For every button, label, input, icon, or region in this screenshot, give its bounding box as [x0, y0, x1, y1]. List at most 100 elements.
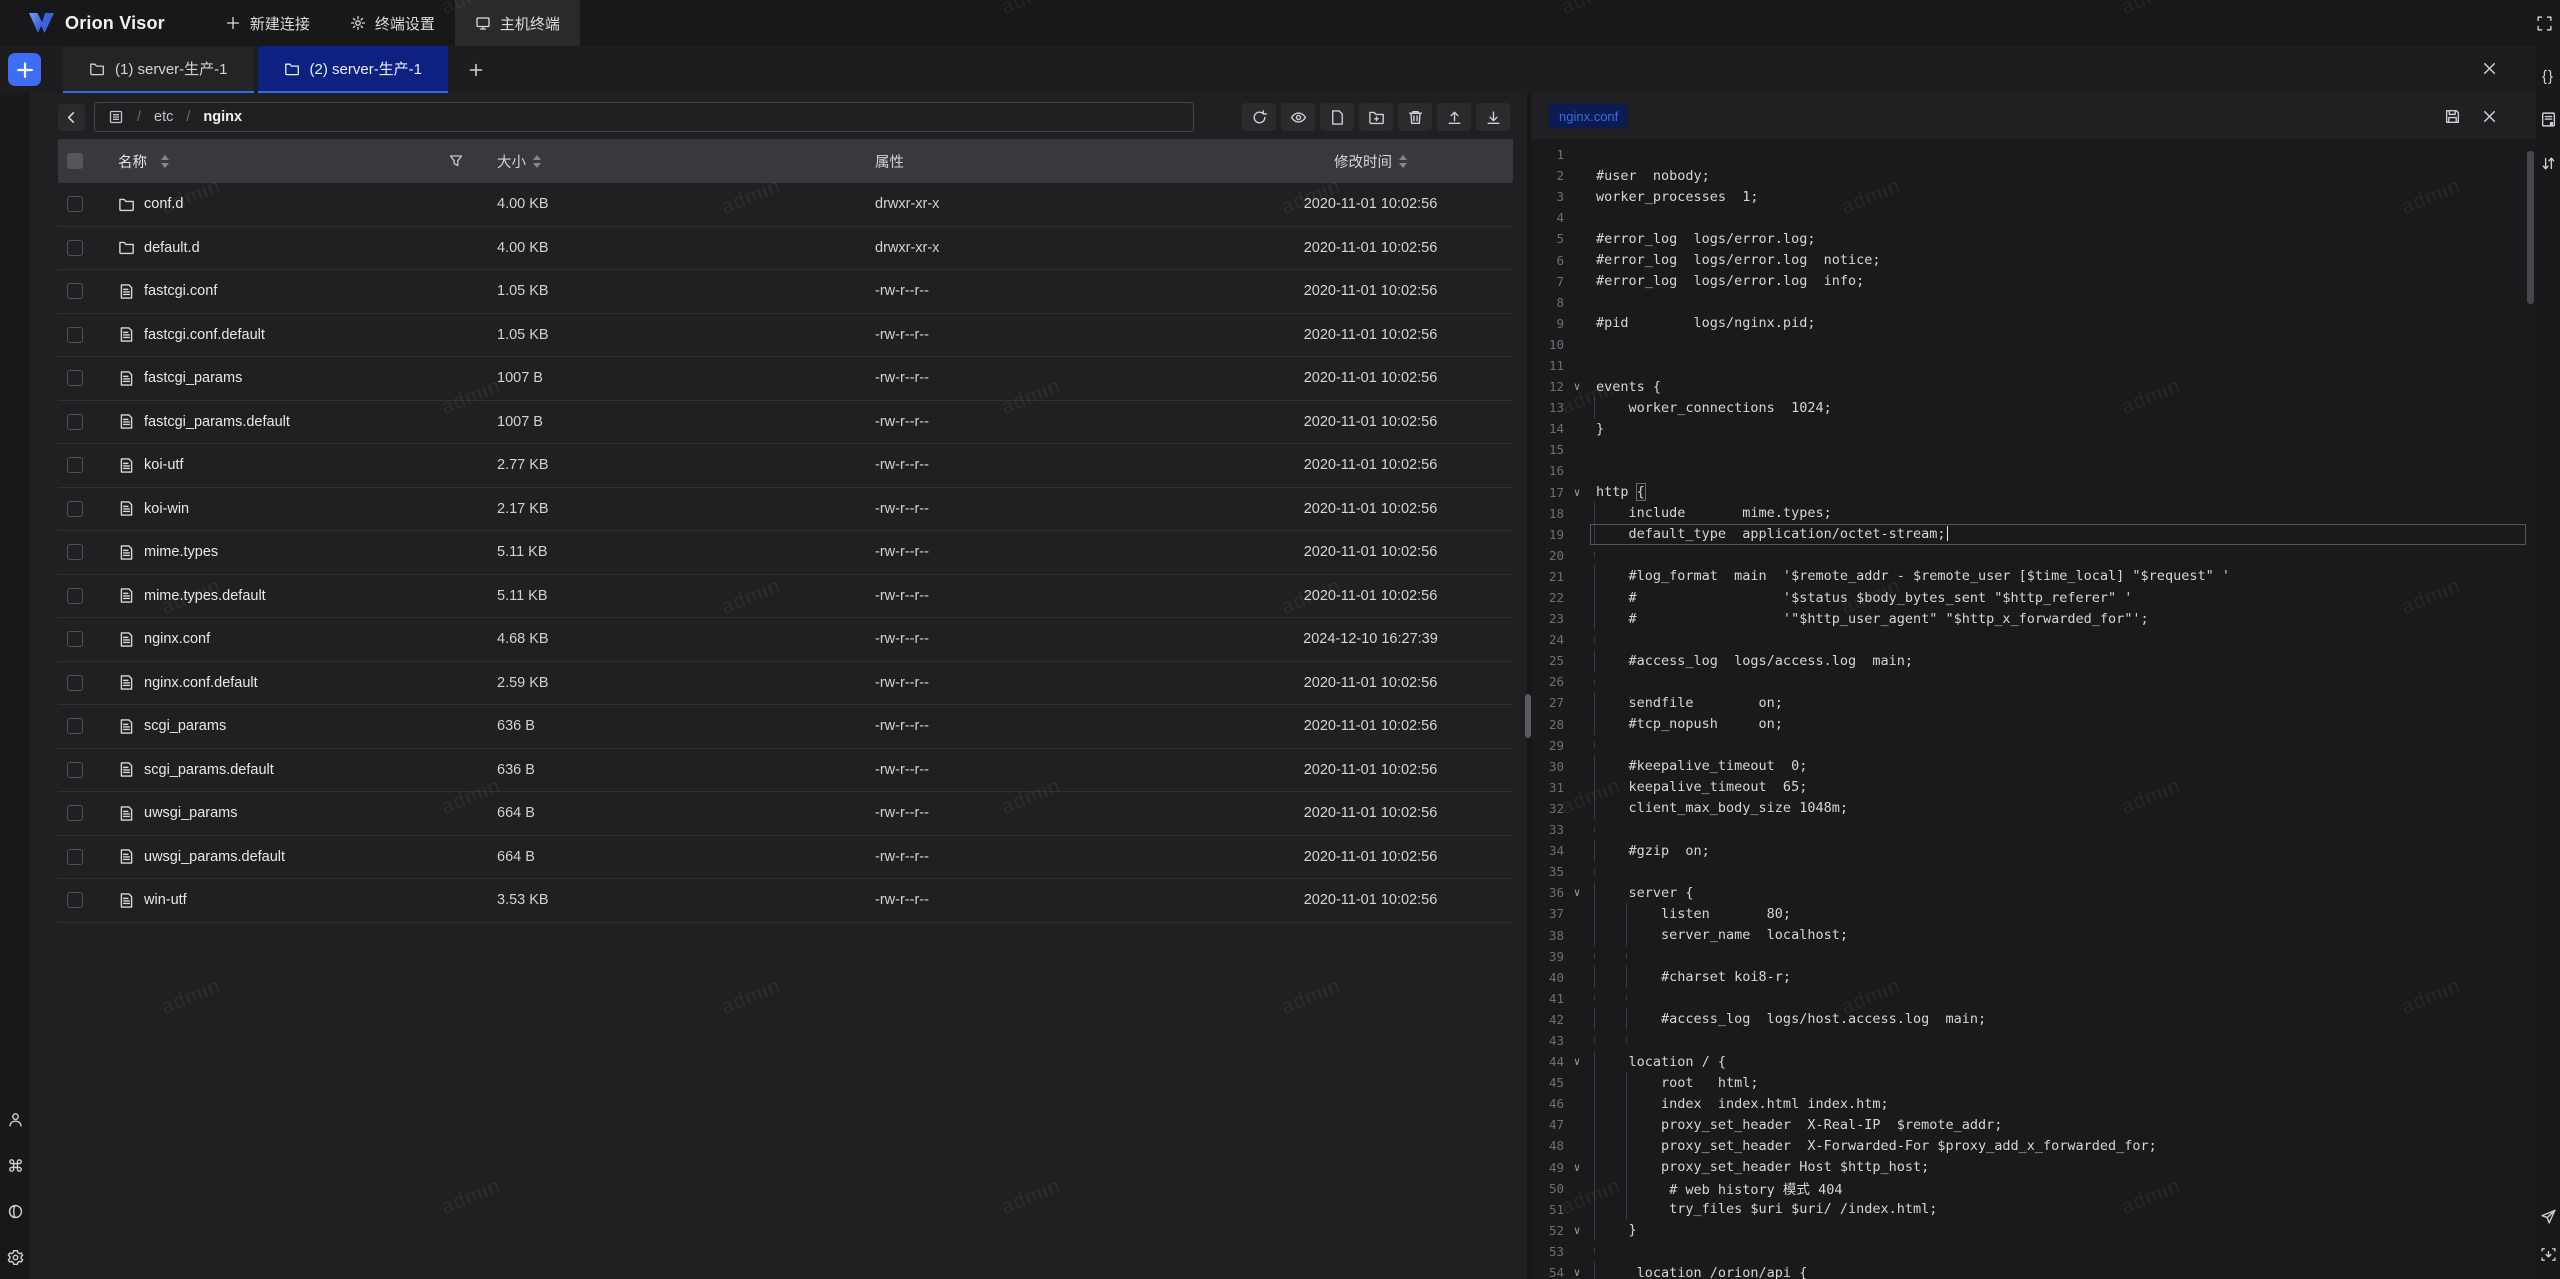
row-checkbox[interactable]: [67, 196, 83, 212]
file-name[interactable]: win-utf: [144, 892, 187, 908]
row-checkbox[interactable]: [67, 849, 83, 865]
settings-icon[interactable]: [7, 1249, 24, 1266]
fold-chevron-icon[interactable]: ∨: [1564, 1161, 1590, 1174]
code-line-31[interactable]: 31 keepalive_timeout 65;: [1531, 777, 2536, 798]
code-line-44[interactable]: 44∨ location / {: [1531, 1051, 2536, 1072]
code-editor[interactable]: 12#user nobody;3worker_processes 1;45#er…: [1531, 139, 2536, 1279]
code-line-17[interactable]: 17∨http {: [1531, 482, 2536, 503]
close-editor-icon[interactable]: [2481, 108, 2498, 125]
code-line-12[interactable]: 12∨events {: [1531, 376, 2536, 397]
code-line-13[interactable]: 13 worker_connections 1024;: [1531, 397, 2536, 418]
column-header-mtime[interactable]: 修改时间: [1334, 151, 1392, 172]
command-icon[interactable]: [7, 1157, 24, 1174]
code-line-2[interactable]: 2#user nobody;: [1531, 165, 2536, 186]
table-row[interactable]: nginx.conf.default 2.59 KB -rw-r--r-- 20…: [58, 662, 1513, 706]
close-panel-icon[interactable]: [2481, 60, 2498, 77]
row-checkbox[interactable]: [67, 414, 83, 430]
code-line-10[interactable]: 10: [1531, 334, 2536, 355]
row-checkbox[interactable]: [67, 327, 83, 343]
row-checkbox[interactable]: [67, 892, 83, 908]
file-name[interactable]: fastcgi_params: [144, 370, 242, 386]
code-line-5[interactable]: 5#error_log logs/error.log;: [1531, 228, 2536, 249]
menu-item-host-terminal[interactable]: 主机终端: [455, 0, 580, 46]
code-line-38[interactable]: 38 server_name localhost;: [1531, 924, 2536, 945]
file-name[interactable]: nginx.conf: [144, 631, 210, 647]
menu-item-new-connection[interactable]: 新建连接: [205, 0, 330, 46]
code-line-42[interactable]: 42 #access_log logs/host.access.log main…: [1531, 1009, 2536, 1030]
breadcrumb-segment[interactable]: etc: [154, 109, 173, 125]
row-checkbox[interactable]: [67, 544, 83, 560]
file-name[interactable]: conf.d: [144, 196, 184, 212]
code-line-4[interactable]: 4: [1531, 207, 2536, 228]
table-row[interactable]: uwsgi_params 664 B -rw-r--r-- 2020-11-01…: [58, 792, 1513, 836]
code-line-1[interactable]: 1: [1531, 144, 2536, 165]
table-row[interactable]: fastcgi.conf.default 1.05 KB -rw-r--r-- …: [58, 314, 1513, 358]
fold-chevron-icon[interactable]: ∨: [1564, 1055, 1590, 1068]
refresh-icon[interactable]: [1242, 103, 1276, 131]
file-check-icon[interactable]: [2540, 111, 2557, 128]
root-directory-icon[interactable]: [108, 109, 124, 125]
code-line-47[interactable]: 47 proxy_set_header X-Real-IP $remote_ad…: [1531, 1114, 2536, 1135]
row-checkbox[interactable]: [67, 762, 83, 778]
fold-chevron-icon[interactable]: ∨: [1564, 380, 1590, 393]
code-line-37[interactable]: 37 listen 80;: [1531, 903, 2536, 924]
code-line-26[interactable]: 26: [1531, 671, 2536, 692]
table-row[interactable]: scgi_params 636 B -rw-r--r-- 2020-11-01 …: [58, 705, 1513, 749]
trash-icon[interactable]: [1398, 103, 1432, 131]
theme-icon[interactable]: [7, 1203, 24, 1220]
code-line-14[interactable]: 14}: [1531, 418, 2536, 439]
new-folder-icon[interactable]: [1359, 103, 1393, 131]
add-tab-icon[interactable]: [468, 62, 484, 78]
file-name[interactable]: mime.types: [144, 544, 218, 560]
row-checkbox[interactable]: [67, 283, 83, 299]
send-icon[interactable]: [2540, 1208, 2557, 1225]
download-icon[interactable]: [1476, 103, 1510, 131]
row-checkbox[interactable]: [67, 240, 83, 256]
code-line-28[interactable]: 28 #tcp_nopush on;: [1531, 714, 2536, 735]
open-file-chip[interactable]: nginx.conf: [1549, 104, 1628, 129]
swap-vertical-icon[interactable]: [2540, 155, 2557, 172]
file-name[interactable]: mime.types.default: [144, 588, 266, 604]
table-row[interactable]: fastcgi_params 1007 B -rw-r--r-- 2020-11…: [58, 357, 1513, 401]
code-line-19[interactable]: 19 default_type application/octet-stream…: [1531, 524, 2536, 545]
new-terminal-button[interactable]: [8, 53, 41, 86]
row-checkbox[interactable]: [67, 718, 83, 734]
row-checkbox[interactable]: [67, 370, 83, 386]
code-line-36[interactable]: 36∨ server {: [1531, 882, 2536, 903]
row-checkbox[interactable]: [67, 805, 83, 821]
code-line-53[interactable]: 53: [1531, 1241, 2536, 1262]
code-line-27[interactable]: 27 sendfile on;: [1531, 692, 2536, 713]
code-line-15[interactable]: 15: [1531, 439, 2536, 460]
code-line-32[interactable]: 32 client_max_body_size 1048m;: [1531, 798, 2536, 819]
code-line-8[interactable]: 8: [1531, 292, 2536, 313]
code-line-49[interactable]: 49∨ proxy_set_header Host $http_host;: [1531, 1157, 2536, 1178]
file-name[interactable]: fastcgi.conf: [144, 283, 217, 299]
fold-chevron-icon[interactable]: ∨: [1564, 1266, 1590, 1279]
upload-icon[interactable]: [1437, 103, 1471, 131]
code-line-45[interactable]: 45 root html;: [1531, 1072, 2536, 1093]
code-line-6[interactable]: 6#error_log logs/error.log notice;: [1531, 249, 2536, 270]
code-line-9[interactable]: 9#pid logs/nginx.pid;: [1531, 313, 2536, 334]
sort-name-icon[interactable]: [161, 155, 169, 168]
breadcrumb[interactable]: /etc/nginx: [94, 102, 1194, 132]
save-icon[interactable]: [2444, 108, 2461, 125]
code-line-23[interactable]: 23 # '"$http_user_agent" "$http_x_forwar…: [1531, 608, 2536, 629]
file-name[interactable]: koi-utf: [144, 457, 184, 473]
file-name[interactable]: koi-win: [144, 501, 189, 517]
menu-item-terminal-settings[interactable]: 终端设置: [330, 0, 455, 46]
code-line-7[interactable]: 7#error_log logs/error.log info;: [1531, 271, 2536, 292]
sort-size-icon[interactable]: [533, 155, 541, 168]
file-name[interactable]: nginx.conf.default: [144, 675, 258, 691]
file-name[interactable]: fastcgi.conf.default: [144, 327, 265, 343]
column-header-size[interactable]: 大小: [497, 151, 526, 172]
table-row[interactable]: conf.d 4.00 KB drwxr-xr-x 2020-11-01 10:…: [58, 183, 1513, 227]
back-icon[interactable]: [58, 104, 85, 131]
file-name[interactable]: uwsgi_params: [144, 805, 238, 821]
code-line-3[interactable]: 3worker_processes 1;: [1531, 186, 2536, 207]
table-row[interactable]: scgi_params.default 636 B -rw-r--r-- 202…: [58, 749, 1513, 793]
breadcrumb-segment[interactable]: nginx: [203, 109, 242, 125]
code-line-52[interactable]: 52∨ }: [1531, 1220, 2536, 1241]
table-row[interactable]: mime.types 5.11 KB -rw-r--r-- 2020-11-01…: [58, 531, 1513, 575]
code-line-30[interactable]: 30 #keepalive_timeout 0;: [1531, 756, 2536, 777]
terminal-tab-2[interactable]: (2) server-生产-1: [258, 46, 449, 93]
